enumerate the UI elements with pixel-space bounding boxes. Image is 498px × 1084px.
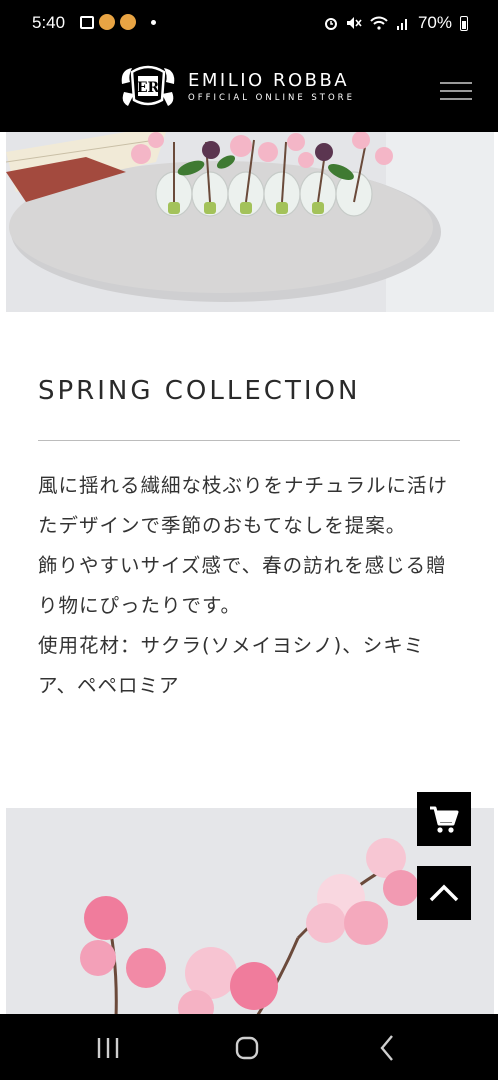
gallery-icon: [80, 15, 94, 29]
brand-logo[interactable]: ER EMILIO ROBBA OFFICIAL ONLINE STORE: [118, 62, 355, 110]
scroll-top-button[interactable]: [417, 866, 471, 920]
chevron-up-icon: [429, 884, 459, 902]
logo-monogram: ER: [137, 80, 160, 96]
cart-icon: [430, 806, 459, 833]
collection-title: SPRING COLLECTION: [38, 376, 361, 406]
status-time: 5:40: [32, 13, 66, 32]
recent-apps-button[interactable]: [68, 1014, 148, 1080]
status-bar: 5:40 70%: [0, 0, 498, 48]
home-icon: [235, 1036, 259, 1060]
back-icon: [380, 1035, 393, 1061]
battery-icon: [460, 15, 468, 31]
site-header: ER EMILIO ROBBA OFFICIAL ONLINE STORE: [0, 48, 498, 132]
crest-logo-icon: ER: [121, 65, 175, 106]
home-button[interactable]: [207, 1014, 287, 1080]
dot-icon: [151, 19, 156, 25]
app-coin-icon: [99, 14, 115, 30]
brand-tagline: OFFICIAL ONLINE STORE: [188, 92, 355, 103]
description-paragraph: 風に揺れる繊細な枝ぶりをナチュラルに活けたデザインで季節のおもてなしを提案。: [38, 474, 449, 537]
brand-name: EMILIO ROBBA: [188, 69, 350, 91]
description-paragraph: 使用花材：サクラ(ソメイヨシノ)、シキミア、ペペロミア: [38, 634, 425, 697]
collection-description: 風に揺れる繊細な枝ぶりをナチュラルに活けたデザインで季節のおもてなしを提案。 飾…: [38, 466, 458, 706]
wifi-icon: [370, 16, 388, 30]
alarm-icon: [324, 18, 337, 30]
mute-icon: [346, 17, 362, 29]
cart-button[interactable]: [417, 792, 471, 846]
app-coin-icon: [120, 14, 136, 30]
back-button[interactable]: [346, 1014, 426, 1080]
hamburger-menu-icon[interactable]: [440, 82, 472, 102]
system-nav-bar: [0, 1014, 498, 1080]
battery-text: 70%: [417, 13, 452, 32]
description-paragraph: 飾りやすいサイズ感で、春の訪れを感じる贈り物にぴったりです。: [38, 554, 447, 617]
product-image-top: [6, 132, 494, 312]
recent-apps-icon: [97, 1038, 119, 1058]
signal-icon: [396, 19, 407, 30]
title-divider: [38, 440, 460, 441]
